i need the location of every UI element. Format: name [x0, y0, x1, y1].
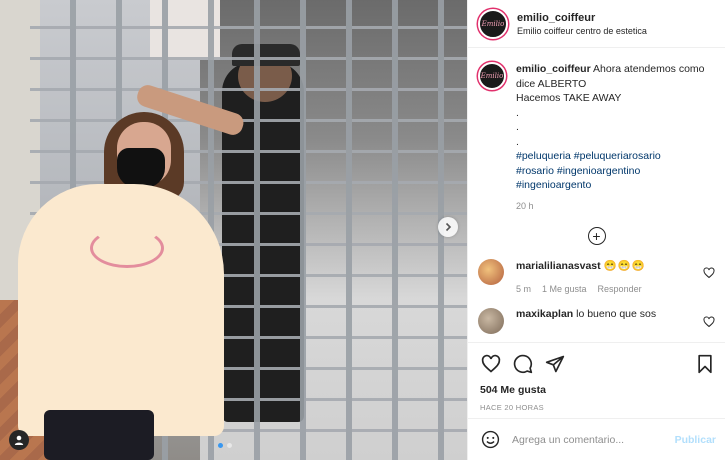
profile-avatar[interactable]: Emilio — [478, 8, 508, 39]
comment-heart-icon[interactable] — [703, 316, 715, 328]
likes-count[interactable]: 504 Me gusta — [480, 384, 716, 396]
caption-username[interactable]: emilio_coiffeur — [516, 63, 591, 75]
bookmark-icon[interactable] — [694, 353, 716, 375]
post-header: Emilio emilio_coiffeur Emilio coiffeur c… — [468, 0, 725, 48]
caption-avatar[interactable]: Emilio — [478, 62, 506, 90]
chevron-right-icon[interactable] — [438, 217, 458, 237]
caption-line-2: Hacemos TAKE AWAY — [516, 92, 622, 104]
comment-heart-icon[interactable] — [703, 267, 715, 279]
post-actions: 504 Me gusta HACE 20 HORAS — [468, 342, 725, 412]
hashtag-link[interactable]: #rosario #ingenioargentino — [516, 164, 715, 179]
comment-likes[interactable]: 1 Me gusta — [542, 284, 587, 294]
commenter-avatar[interactable] — [478, 259, 504, 285]
header-location[interactable]: Emilio coiffeur centro de estetica — [517, 26, 647, 36]
heart-icon[interactable] — [480, 353, 502, 375]
caption-dot: . — [516, 121, 519, 133]
photo-cape-print — [90, 228, 164, 268]
post-timestamp[interactable]: HACE 20 HORAS — [480, 403, 716, 412]
photo-client-cape — [18, 184, 224, 436]
carousel-dot — [227, 443, 232, 448]
hashtag-link[interactable]: #peluqueria #peluqueriarosario — [516, 149, 715, 164]
comment-reply-button[interactable]: Responder — [598, 284, 642, 294]
post-side-panel: Emilio emilio_coiffeur Emilio coiffeur c… — [467, 0, 725, 460]
plus-circle-icon[interactable]: + — [587, 227, 606, 245]
smiley-icon[interactable] — [480, 430, 500, 450]
header-username[interactable]: emilio_coiffeur — [517, 12, 647, 24]
comment-username[interactable]: maxikaplan — [516, 308, 573, 320]
photo-client-legs — [44, 410, 154, 460]
comment-text: lo bueno que sos — [576, 308, 657, 320]
caption-dot: . — [516, 135, 519, 148]
comments-section: Emilio emilio_coiffeur Ahora atendemos c… — [468, 48, 725, 342]
carousel-dot-active — [218, 443, 223, 448]
hashtag-link[interactable]: #ingenioargento — [516, 178, 715, 193]
comment-input[interactable] — [512, 433, 669, 446]
comment-text: 😁😁😁 — [603, 260, 646, 272]
add-comment-bar: Publicar — [468, 418, 725, 460]
comment-time[interactable]: 5 m — [516, 284, 531, 294]
post-photo[interactable] — [0, 0, 467, 460]
avatar-logo-text: Emilio — [481, 19, 505, 28]
caption-dot: . — [516, 106, 519, 119]
commenter-avatar[interactable] — [478, 308, 504, 334]
caption-hashtags: #peluqueria #peluqueriarosario #rosario … — [516, 149, 715, 193]
avatar-logo-text: Emilio — [480, 72, 504, 80]
carousel-indicator — [218, 443, 232, 448]
caption-time: 20 h — [516, 200, 534, 211]
paper-plane-icon[interactable] — [544, 353, 566, 375]
comment-username[interactable]: marialilianasvast — [516, 260, 601, 272]
comment-item: maxikaplan lo bueno que sos — [478, 308, 715, 334]
photo-client-mask — [117, 148, 165, 188]
comment-icon[interactable] — [512, 353, 534, 375]
user-tag-icon[interactable] — [9, 430, 29, 450]
comment-item: marialilianasvast 😁😁😁 5 m 1 Me gusta Res… — [478, 259, 715, 294]
post-caption: Emilio emilio_coiffeur Ahora atendemos c… — [478, 62, 715, 213]
publish-button[interactable]: Publicar — [675, 434, 716, 446]
